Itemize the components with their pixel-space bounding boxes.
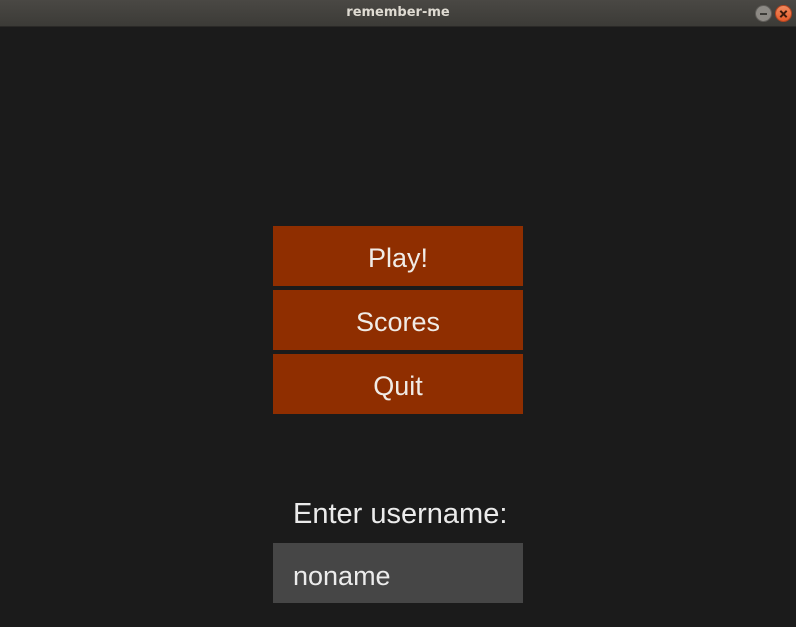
title-bar[interactable]: remember-me <box>0 0 796 27</box>
username-prompt: Enter username: <box>293 498 508 530</box>
quit-button[interactable]: Quit <box>273 354 523 414</box>
scores-button[interactable]: Scores <box>273 290 523 350</box>
close-icon[interactable] <box>775 5 792 22</box>
minimize-icon[interactable] <box>755 5 772 22</box>
window-title: remember-me <box>346 5 450 20</box>
username-input[interactable]: noname <box>273 543 523 603</box>
app-window: remember-me Play! Scores Quit Enter user… <box>0 0 796 627</box>
play-button[interactable]: Play! <box>273 226 523 286</box>
